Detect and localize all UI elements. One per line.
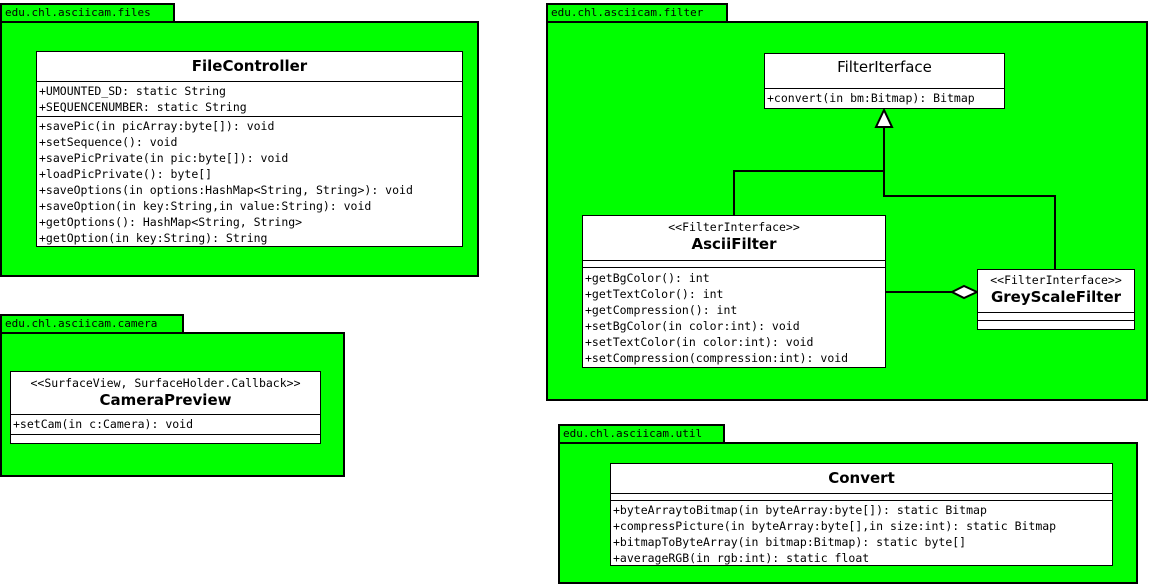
method: +setBgColor(in color:int): void [585,319,800,333]
methods-section: +convert(in bm:Bitmap): Bitmap [765,89,1004,107]
empty-section [611,494,1112,501]
method: +setCompression(compression:int): void [585,351,849,365]
realization-line-greyscale [883,127,1056,270]
method: +byteArraytoBitmap(in byteArray:byte[]):… [613,503,987,517]
stereotype: <<FilterInterface>> [990,273,1122,287]
method: +getBgColor(): int [585,271,710,285]
empty-section [978,313,1134,321]
method: +averageRGB(in rgb:int): static float [613,551,870,565]
methods-section: +byteArraytoBitmap(in byteArray:byte[]):… [611,501,1112,565]
class-name: Convert [828,469,895,487]
method: +compressPicture(in byteArray:byte[],in … [613,519,1057,533]
stereotype: <<FilterInterface>> [668,220,800,234]
package-tab-util: edu.chl.asciicam.util [558,424,725,443]
empty-section [583,261,885,268]
class-ascii-filter[interactable]: <<FilterInterface>> AsciiFilter +getBgCo… [582,215,886,368]
method: +bitmapToByteArray(in bitmap:Bitmap): st… [613,535,967,549]
method: +convert(in bm:Bitmap): Bitmap [767,91,975,105]
method: +getCompression(): int [585,303,738,317]
generalization-arrowhead [874,107,894,128]
class-name: GreyScaleFilter [990,288,1122,306]
class-filter-interface[interactable]: FilterIterface +convert(in bm:Bitmap): B… [764,53,1005,109]
realization-line-ascii [733,170,884,216]
method: +getTextColor(): int [585,287,724,301]
empty-section [978,321,1134,323]
class-name: FilterIterface [837,58,932,76]
aggregation-diamond [949,284,980,300]
method: +setTextColor(in color:int): void [585,335,814,349]
class-convert[interactable]: Convert +byteArraytoBitmap(in byteArray:… [610,463,1113,566]
class-name: AsciiFilter [691,235,777,253]
class-greyscale-filter[interactable]: <<FilterInterface>> GreyScaleFilter [977,269,1135,330]
methods-section: +getBgColor(): int +getTextColor(): int … [583,268,885,367]
